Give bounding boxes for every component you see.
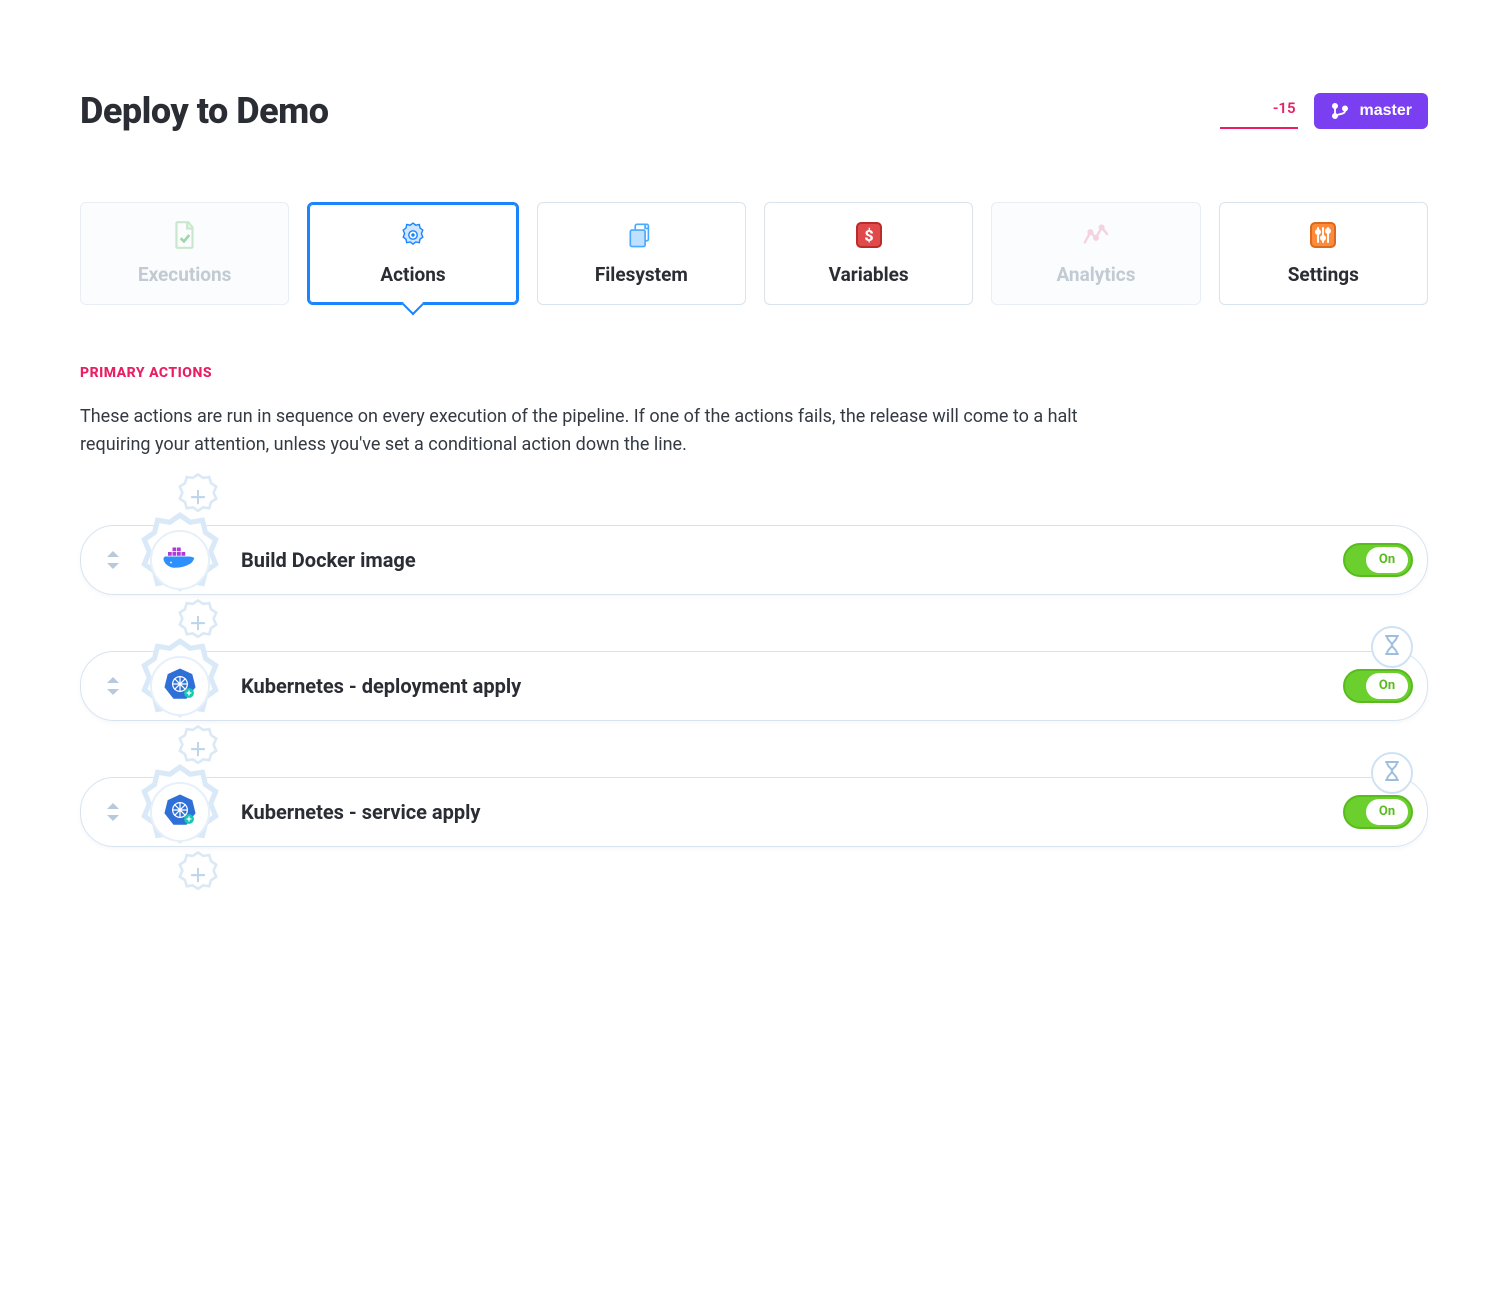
tab-label: Actions — [380, 263, 445, 286]
changes-count[interactable]: -15 — [1220, 93, 1298, 129]
plus-icon: ＋ — [189, 862, 207, 888]
page-title: Deploy to Demo — [80, 90, 329, 132]
toggle-label: On — [1366, 799, 1408, 825]
file-check-icon — [171, 221, 199, 249]
action-icon-wrap — [143, 775, 217, 849]
action-title: Kubernetes - service apply — [241, 800, 1343, 824]
hourglass-icon — [1383, 634, 1401, 660]
tab-label: Analytics — [1056, 263, 1135, 286]
branch-label: master — [1360, 102, 1412, 120]
tabs-nav: Executions Actions Filesystem $ — [80, 202, 1428, 305]
tab-filesystem[interactable]: Filesystem — [537, 202, 746, 305]
action-toggle[interactable]: On — [1343, 795, 1413, 829]
hourglass-icon — [1383, 760, 1401, 786]
tab-label: Executions — [138, 263, 232, 286]
action-icon-wrap — [143, 649, 217, 723]
branch-icon — [1330, 101, 1350, 121]
tab-label: Settings — [1288, 263, 1359, 286]
toggle-label: On — [1366, 547, 1408, 573]
wait-indicator[interactable] — [1371, 752, 1413, 794]
action-row[interactable]: Kubernetes - service apply On — [80, 777, 1428, 847]
add-action-button[interactable]: ＋ — [178, 855, 218, 895]
tab-analytics[interactable]: Analytics — [991, 202, 1200, 305]
tab-executions[interactable]: Executions — [80, 202, 289, 305]
tab-label: Variables — [829, 263, 909, 286]
svg-text:$: $ — [864, 226, 873, 245]
drag-handle-icon[interactable] — [103, 677, 123, 695]
tab-label: Filesystem — [595, 263, 688, 286]
action-title: Kubernetes - deployment apply — [241, 674, 1343, 698]
action-toggle[interactable]: On — [1343, 669, 1413, 703]
gear-badge-icon — [399, 221, 427, 249]
plus-icon: ＋ — [189, 610, 207, 636]
drag-handle-icon[interactable] — [103, 803, 123, 821]
sliders-icon — [1309, 221, 1337, 249]
branch-selector-button[interactable]: master — [1314, 93, 1428, 129]
tab-variables[interactable]: $ Variables — [764, 202, 973, 305]
docker-icon — [162, 544, 198, 576]
actions-list: ＋ Build Docker image On ＋ — [80, 477, 1428, 895]
chart-line-icon — [1082, 221, 1110, 249]
action-icon-wrap — [143, 523, 217, 597]
kubernetes-icon — [162, 792, 198, 832]
tab-actions[interactable]: Actions — [307, 202, 518, 305]
tab-settings[interactable]: Settings — [1219, 202, 1428, 305]
plus-icon: ＋ — [189, 484, 207, 510]
dollar-box-icon: $ — [855, 221, 883, 249]
action-row[interactable]: Build Docker image On — [80, 525, 1428, 595]
action-toggle[interactable]: On — [1343, 543, 1413, 577]
wait-indicator[interactable] — [1371, 626, 1413, 668]
toggle-label: On — [1366, 673, 1408, 699]
action-row[interactable]: Kubernetes - deployment apply On — [80, 651, 1428, 721]
files-icon — [627, 221, 655, 249]
kubernetes-icon — [162, 666, 198, 706]
section-heading: PRIMARY ACTIONS — [80, 365, 1428, 381]
section-description: These actions are run in sequence on eve… — [80, 403, 1080, 459]
action-title: Build Docker image — [241, 548, 1343, 572]
drag-handle-icon[interactable] — [103, 551, 123, 569]
plus-icon: ＋ — [189, 736, 207, 762]
